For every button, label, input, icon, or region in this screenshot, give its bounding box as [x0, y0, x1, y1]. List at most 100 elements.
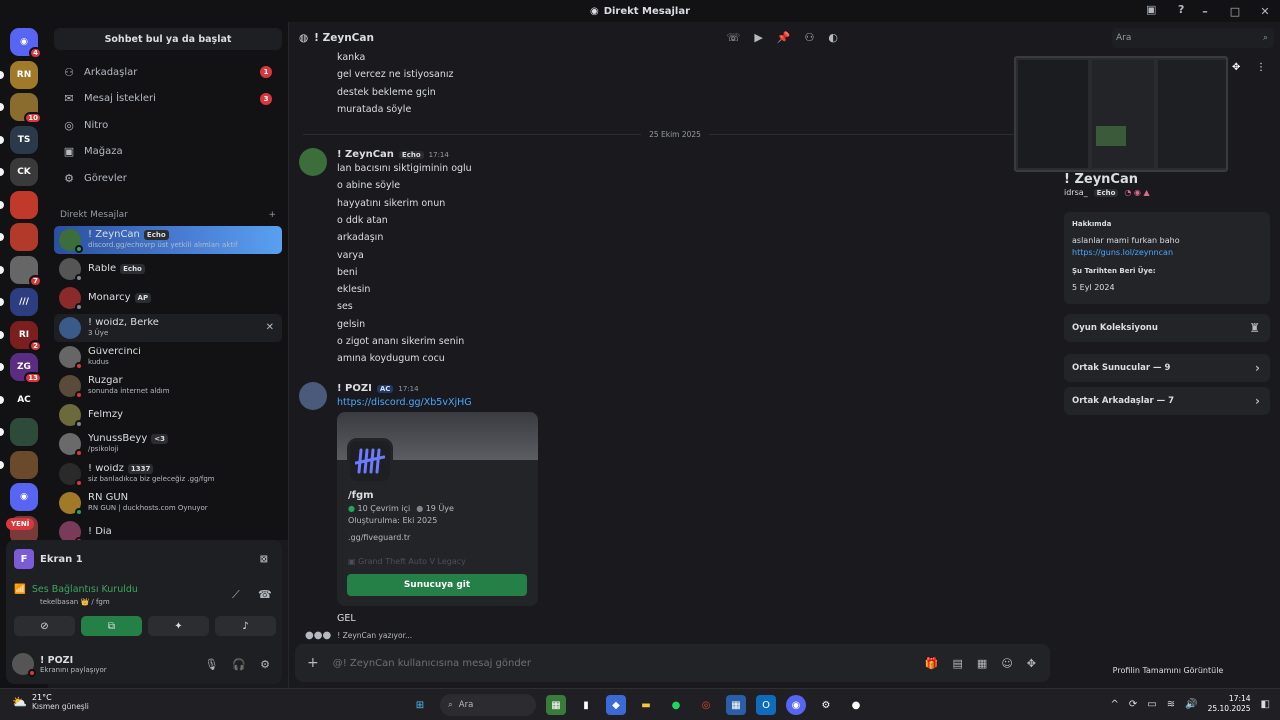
file-explorer-icon[interactable]: ▬ — [636, 695, 656, 715]
server-icon-discord[interactable]: ◉ 4 — [10, 28, 42, 59]
header-search-input[interactable]: Ara ⌕ — [1112, 28, 1274, 48]
profile-username[interactable]: idrsa_ — [1064, 188, 1088, 197]
close-icon[interactable]: ✕ — [1250, 5, 1280, 18]
nav-friends[interactable]: ⚇ Arkadaşlar 1 — [54, 59, 282, 85]
message-author[interactable]: ! ZeynCan — [337, 149, 394, 160]
clock[interactable]: 17:14 25.10.2025 — [1208, 694, 1251, 714]
voice-call-icon[interactable]: ☏ — [727, 31, 741, 44]
close-dm-icon[interactable]: ✕ — [266, 322, 274, 333]
popout-icon[interactable]: ⊠ — [260, 554, 268, 565]
message-avatar[interactable] — [299, 148, 327, 176]
gift-icon[interactable]: 🎁 — [925, 657, 939, 670]
dm-item[interactable]: ! ZeynCan Echo discord.gg/echovrp üst yetk… — [54, 226, 282, 254]
apps-icon[interactable]: ✥ — [1027, 657, 1036, 670]
pin-icon[interactable]: 📌 — [777, 31, 791, 44]
nav-mail[interactable]: ✉ Mesaj İstekleri 3 — [54, 86, 282, 112]
noise-suppression-icon[interactable]: ⟋ — [232, 588, 240, 602]
display-icon[interactable]: ▭ — [1147, 699, 1156, 710]
game-collection-row[interactable]: Oyun Koleksiyonu ♜ — [1064, 314, 1270, 342]
volume-icon[interactable]: 🔊 — [1185, 699, 1197, 710]
user-profile-icon[interactable]: ◐ — [828, 31, 838, 44]
server-icon[interactable] — [10, 450, 38, 479]
help-icon[interactable]: ? — [1178, 3, 1184, 16]
message-input[interactable] — [332, 657, 893, 669]
server-icon[interactable] — [10, 190, 38, 219]
store-icon[interactable]: ◆ — [606, 695, 626, 715]
view-full-profile-link[interactable]: Profilin Tamamını Görüntüle — [1056, 666, 1280, 675]
voice-connected[interactable]: 📶 Ses Bağlantısı Kuruldu — [14, 584, 138, 595]
sync-icon[interactable]: ⟳ — [1129, 699, 1137, 710]
dm-item[interactable]: ! woidz, Berke 3 Üye ✕ — [54, 313, 282, 342]
find-conversation-button[interactable]: Sohbet bul ya da başlat — [54, 28, 282, 50]
task-view-icon[interactable]: ▮ — [576, 695, 596, 715]
server-icon[interactable]: /// — [10, 288, 38, 316]
server-icon-discord[interactable]: ◉ — [10, 483, 38, 511]
dm-item[interactable]: ! woidz 1337 siz banladıkca biz geleceğiz … — [54, 460, 282, 488]
message-author[interactable]: ! POZI — [337, 383, 372, 394]
camera-off-button[interactable]: ⊘ — [14, 616, 75, 636]
server-icon[interactable]: CK — [10, 158, 38, 186]
microphone-icon[interactable]: 🎙 — [204, 658, 218, 671]
notifications-icon[interactable]: ◧ — [1261, 699, 1270, 710]
soundboard-button[interactable]: ♪ — [215, 616, 276, 636]
mutual-friends-row[interactable]: Ortak Arkadaşlar — 7 › — [1064, 387, 1270, 415]
gif-icon[interactable]: ▤ — [953, 657, 963, 670]
server-icon[interactable]: TS — [10, 125, 38, 154]
nav-quests[interactable]: ⚙ Görevler — [54, 165, 282, 191]
minimize-icon[interactable]: – — [1190, 5, 1220, 18]
more-icon[interactable]: ⋮ — [1256, 62, 1266, 73]
about-link[interactable]: https://guns.lol/zeynncan — [1072, 248, 1173, 257]
activities-button[interactable]: ✦ — [148, 616, 209, 636]
server-icon[interactable]: 10 — [10, 93, 42, 124]
settings-icon[interactable]: ⚙ — [260, 658, 270, 671]
voice-channel[interactable]: tekelbasan 👑 / fgm — [40, 598, 110, 606]
dm-item[interactable]: Rable Echo — [54, 255, 282, 283]
stream-preview[interactable] — [1014, 56, 1228, 172]
server-icon[interactable] — [10, 223, 38, 251]
video-call-icon[interactable]: ▶ — [754, 31, 762, 44]
server-icon[interactable]: ZG 13 — [10, 353, 42, 384]
nav-nitro[interactable]: ◎ Nitro — [54, 112, 282, 138]
headphones-icon[interactable]: 🎧 — [232, 658, 246, 671]
server-icon[interactable] — [10, 418, 38, 446]
chevron-up-icon[interactable]: ^ — [1111, 699, 1119, 710]
discord-icon[interactable]: ◉ — [786, 695, 806, 715]
dm-item[interactable]: Monarcy AP — [54, 284, 282, 312]
dm-item[interactable]: RN GUN RN GUN | duckhosts.com Oynuyor — [54, 489, 282, 517]
server-icon[interactable]: AC — [10, 385, 38, 414]
windows-start-icon[interactable]: ⊞ — [410, 695, 430, 715]
chrome-icon[interactable]: ◎ — [696, 695, 716, 715]
spotify-icon[interactable]: ● — [666, 695, 686, 715]
github-icon[interactable]: ● — [846, 695, 866, 715]
server-icon[interactable]: 7 — [10, 255, 42, 287]
message-avatar[interactable] — [299, 382, 327, 410]
server-icon[interactable]: RI 2 — [10, 320, 42, 352]
inbox-icon[interactable]: ▣ — [1146, 3, 1156, 16]
app-map-icon[interactable]: ▦ — [546, 695, 566, 715]
outlook-icon[interactable]: O — [756, 695, 776, 715]
dm-item[interactable]: YunussBeyy <3/psikoloji — [54, 430, 282, 458]
sticker-icon[interactable]: ▦ — [977, 657, 987, 670]
stream-settings-icon[interactable]: ✥ — [1232, 62, 1240, 73]
disconnect-icon[interactable]: ☎ — [258, 588, 272, 601]
weather-widget[interactable]: ⛅ 21°C Kısmen güneşli — [12, 693, 89, 711]
server-icon[interactable]: RN — [10, 60, 38, 89]
dm-item[interactable]: Felmzy — [54, 401, 282, 429]
attach-icon[interactable]: + — [307, 655, 319, 671]
create-dm-icon[interactable]: + — [268, 210, 276, 220]
mutual-servers-row[interactable]: Ortak Sunucular — 9 › — [1064, 354, 1270, 382]
dm-item[interactable]: ! Dia — [54, 518, 282, 540]
nav-shop[interactable]: ▣ Mağaza — [54, 139, 282, 165]
dm-item[interactable]: Ruzgar sonunda internet aldım — [54, 372, 282, 400]
steam-icon[interactable]: ⚙ — [816, 695, 836, 715]
wifi-icon[interactable]: ≋ — [1167, 699, 1175, 710]
emoji-icon[interactable]: ☺ — [1001, 657, 1012, 670]
invite-link[interactable]: https://discord.gg/Xb5vXjHG — [337, 397, 472, 408]
go-to-server-button[interactable]: Sunucuya git — [347, 574, 527, 596]
maximize-icon[interactable]: □ — [1220, 5, 1250, 18]
taskbar-search[interactable]: ⌕ Ara — [440, 694, 536, 716]
screen-share-button[interactable]: ⧉ — [81, 616, 142, 636]
add-friend-icon[interactable]: ⚇ — [805, 31, 815, 44]
user-panel[interactable]: ! POZI Ekranını paylaşıyor 🎙 🎧 ⚙ — [12, 650, 276, 678]
calculator-icon[interactable]: ▦ — [726, 695, 746, 715]
